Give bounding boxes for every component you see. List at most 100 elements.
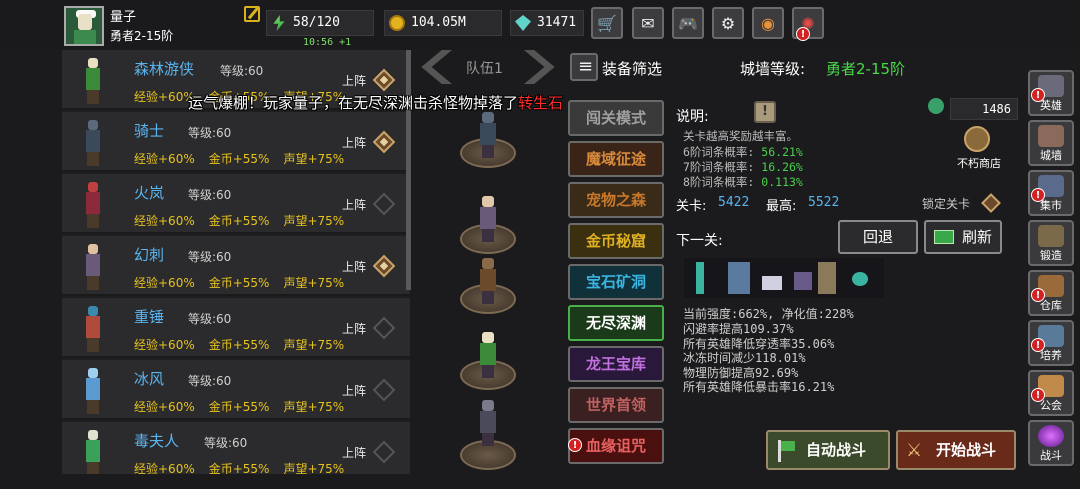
sidebar-label: 英雄 [1040,99,1062,112]
max-stage-value: 5522 [808,195,840,210]
settings-button[interactable]: ⚙ [712,7,744,39]
start-battle-label: 开始战斗 [936,441,997,459]
deploy-toggle[interactable] [372,440,396,464]
hero-list[interactable]: 森林游侠 等级:60 经验+60% 金币+55% 声望+75% 上阵 骑士 等级:6… [62,50,410,474]
mode-gold-cave[interactable]: 金币秘窟 [568,223,664,259]
hero-row[interactable]: 骑士 等级:60 经验+60% 金币+55% 声望+75% 上阵 [62,112,410,172]
sidebar-forge-button[interactable]: 锻造 [1028,220,1074,266]
monster-sprite [794,272,812,290]
team-next-arrow-icon[interactable] [524,50,555,84]
deploy-toggle[interactable] [372,130,396,154]
gamepad-icon: 🎮 [678,13,698,33]
lock-stage-toggle[interactable] [981,193,1001,213]
immortal-shop-label[interactable]: 不朽商店 [957,155,1001,171]
stage-value: 5422 [718,195,750,210]
crossed-swords-icon: ⚔ [906,440,923,461]
bug-count: 1486 [950,98,1018,120]
mode-world-boss[interactable]: 世界首领 [568,387,664,423]
shop-cart-button[interactable]: 🛒 [591,7,623,39]
start-battle-button[interactable]: ⚔ 开始战斗 [896,430,1016,470]
hero-row[interactable]: 冰风 等级:60 经验+60% 金币+55% 声望+75% 上阵 [62,360,410,420]
sidebar-wall-button[interactable]: 城墙 [1028,120,1074,166]
hero-name: 冰风 [134,370,165,388]
monster-sprite [818,262,836,294]
sidebar-market-button[interactable]: ! 集市 [1028,170,1074,216]
deploy-toggle[interactable] [372,68,396,92]
sidebar-battle-button[interactable]: 战斗 [1028,420,1074,466]
team-slot-hero [476,400,500,446]
mode-dragon-vault[interactable]: 龙王宝库 [568,346,664,382]
hero-buffs: 经验+60% 金币+55% 声望+75% [134,152,345,166]
stat-line: 所有英雄降低暴击率16.21% [683,380,835,394]
mode-campaign[interactable]: 闯关模式 [568,100,664,136]
player-avatar[interactable] [64,6,104,46]
edit-icon[interactable] [244,6,260,22]
sidebar-label: 培养 [1040,349,1062,362]
sidebar-storage-button[interactable]: ! 仓库 [1028,270,1074,316]
hero-sprite [72,54,116,106]
team-slot-hero [476,112,500,158]
filter-icon[interactable] [570,53,598,81]
deploy-label: 上阵 [342,384,367,398]
fireworks-button[interactable]: ✺ ! [792,7,824,41]
immortal-shop-icon[interactable] [960,124,994,154]
hero-buffs: 经验+60% 金币+55% 声望+75% [134,214,345,228]
mode-gem-mine[interactable]: 宝石矿洞 [568,264,664,300]
info-icon[interactable]: ! [754,101,776,123]
hero-list-scrollbar[interactable] [406,50,411,290]
deploy-label: 上阵 [342,136,367,150]
deploy-toggle[interactable] [372,378,396,402]
mode-demon-realm[interactable]: 魔域征途 [568,141,664,177]
info-title: 关卡越高奖励越丰富。 [683,129,798,143]
mode-pet-forest[interactable]: 宠物之森 [568,182,664,218]
monster-sprite [728,262,750,294]
sidebar-heroes-button[interactable]: ! 英雄 [1028,70,1074,116]
deploy-label: 上阵 [342,260,367,274]
hero-row[interactable]: 重锤 等级:60 经验+60% 金币+55% 声望+75% 上阵 [62,298,410,358]
alert-badge: ! [568,438,582,452]
equipment-filter-label[interactable]: 装备筛选 [602,58,662,79]
color-wheel-button[interactable]: ◉ [752,7,784,39]
team-prev-arrow-icon[interactable] [421,50,452,84]
deploy-toggle[interactable] [372,254,396,278]
energy-counter: 58/120 [266,10,374,36]
notice-text: 运气爆棚！玩家量子，在无尽深渊击杀怪物掉落了 [188,94,519,112]
deploy-toggle[interactable] [372,192,396,216]
deploy-label: 上阵 [342,322,367,336]
stage-label: 关卡: [676,199,707,214]
sidebar-label: 战斗 [1040,449,1062,462]
portal-icon [1038,425,1064,447]
drop-notice-banner: 运气爆棚！玩家量子，在无尽深渊击杀怪物掉落了转生石 [188,92,563,113]
refresh-button[interactable]: 刷新 [924,220,1002,254]
hero-sprite [72,178,116,230]
energy-icon [273,15,285,31]
gamepad-button[interactable]: 🎮 [672,7,704,39]
hero-buffs: 经验+60% 金币+55% 声望+75% [134,462,345,474]
mode-blood-curse-label: 血缘诅咒 [585,437,646,455]
alert-badge: ! [796,27,810,41]
sidebar-guild-button[interactable]: ! 公会 [1028,370,1074,416]
back-button[interactable]: 回退 [838,220,918,254]
deploy-label: 上阵 [342,74,367,88]
hero-row[interactable]: 毒夫人 等级:60 经验+60% 金币+55% 声望+75% 上阵 [62,422,410,474]
hero-level: 等级:60 [204,436,248,450]
sidebar-label: 锻造 [1040,249,1062,262]
hero-row[interactable]: 幻刺 等级:60 经验+60% 金币+55% 声望+75% 上阵 [62,236,410,296]
team-slot-hero [476,196,500,242]
color-wheel-icon: ◉ [761,13,775,33]
deploy-toggle[interactable] [372,316,396,340]
mode-endless-abyss[interactable]: 无尽深渊 [568,305,664,341]
sidebar-label: 集市 [1040,199,1062,212]
energy-value: 58/120 [293,15,340,30]
sidebar-training-button[interactable]: ! 培养 [1028,320,1074,366]
player-name: 量子 [110,10,137,25]
hero-buffs: 经验+60% 金币+55% 声望+75% [134,400,345,414]
wall-level-label: 城墙等级: [740,60,806,78]
auto-battle-button[interactable]: 自动战斗 [766,430,890,470]
energy-timer: 10:56 +1 [303,37,352,48]
mode-blood-curse[interactable]: ! 血缘诅咒 [568,428,664,464]
mail-button[interactable]: ✉ [632,7,664,39]
hero-row[interactable]: 火岚 等级:60 经验+60% 金币+55% 声望+75% 上阵 [62,174,410,234]
hero-name: 重锤 [134,308,165,326]
chance-line: 8阶词条概率: 0.113% [683,175,803,189]
